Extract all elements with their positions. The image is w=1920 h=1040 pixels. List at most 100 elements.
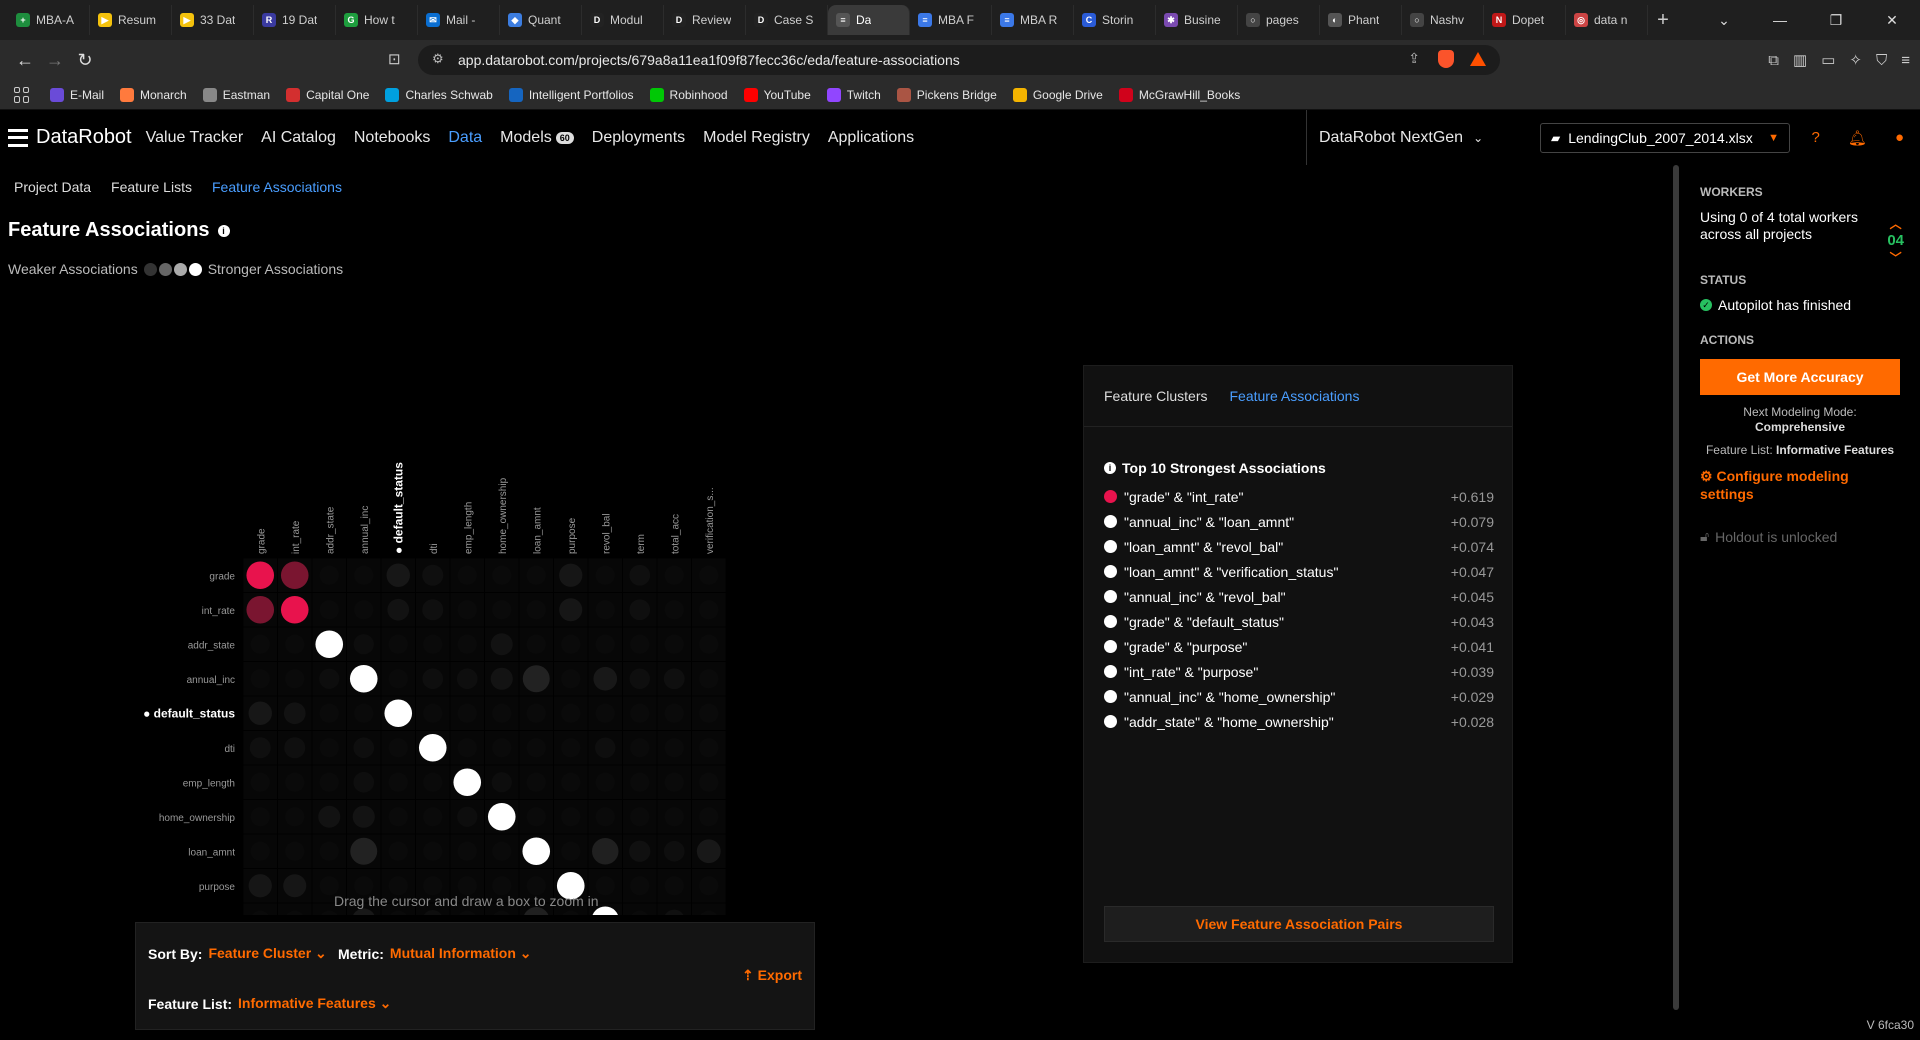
feature-list-dropdown[interactable]: Informative Features ⌄ (238, 995, 391, 1012)
bookmark-item[interactable]: Intelligent Portfolios (508, 87, 634, 102)
association-bubble[interactable] (492, 841, 512, 861)
association-bubble[interactable] (561, 738, 581, 758)
browser-tab[interactable]: ○ Nashv (1402, 5, 1484, 35)
association-bubble[interactable] (249, 737, 271, 759)
association-bubble[interactable] (388, 772, 408, 792)
association-bubble[interactable] (453, 768, 482, 797)
association-bubble[interactable] (526, 634, 546, 654)
datarobot-logo[interactable]: DataRobot (0, 126, 132, 149)
association-bubble[interactable] (492, 565, 512, 585)
bookmark-icon[interactable]: ⊡ (388, 50, 401, 68)
browser-tab[interactable]: R 19 Dat (254, 5, 336, 35)
nav-item[interactable]: Data (448, 129, 482, 147)
menu-icon[interactable]: ≡ (1901, 52, 1910, 69)
subnav-item[interactable]: Feature Associations (212, 179, 342, 195)
sidebar-icon[interactable]: ▥ (1793, 51, 1807, 69)
association-matrix[interactable]: grade grade int_rate int_rate addr_state addr… (0, 275, 740, 915)
chevron-up-icon[interactable]: ︿ (1887, 215, 1904, 232)
forward-icon[interactable]: → (40, 50, 70, 71)
browser-tab[interactable]: N Dopet (1484, 5, 1566, 35)
association-bubble[interactable] (457, 634, 477, 654)
association-bubble[interactable] (699, 738, 719, 758)
association-bubble[interactable] (630, 876, 650, 896)
browser-tab[interactable]: G How t (336, 5, 418, 35)
association-bubble[interactable] (663, 840, 685, 862)
association-bubble[interactable] (629, 599, 651, 621)
association-bubble[interactable] (630, 634, 650, 654)
association-bubble[interactable] (490, 667, 513, 690)
reload-icon[interactable]: ↻ (70, 50, 100, 71)
leo-ai-icon[interactable]: ✧ (1849, 51, 1862, 69)
browser-tab[interactable]: ○ pages (1238, 5, 1320, 35)
info-icon[interactable]: i (217, 224, 230, 237)
association-bubble[interactable] (664, 565, 684, 585)
association-bubble[interactable] (388, 738, 408, 758)
association-bubble[interactable] (285, 669, 305, 689)
address-bar[interactable]: ⚙ app.datarobot.com/projects/679a8a11ea1… (418, 45, 1500, 75)
apps-grid-icon[interactable] (14, 86, 30, 103)
association-bubble[interactable] (285, 841, 305, 861)
browser-tab[interactable]: ✱ Busine (1156, 5, 1238, 35)
association-bubble[interactable] (561, 841, 581, 861)
association-bubble[interactable] (487, 802, 516, 831)
association-bubble[interactable] (422, 599, 444, 621)
association-bubble[interactable] (559, 563, 583, 587)
association-bubble[interactable] (423, 703, 443, 723)
association-bubble[interactable] (246, 561, 275, 590)
bookmark-item[interactable]: Monarch (120, 87, 187, 102)
association-bubble[interactable] (630, 807, 650, 827)
subnav-item[interactable]: Project Data (14, 179, 91, 195)
bookmark-item[interactable]: Eastman (202, 87, 270, 102)
association-bubble[interactable] (457, 565, 477, 585)
help-icon[interactable]: ? (1812, 129, 1820, 146)
metric-dropdown[interactable]: Mutual Information ⌄ (390, 945, 532, 962)
browser-tab[interactable]: + MBA-A (8, 5, 90, 35)
restore-icon[interactable]: ❐ (1808, 12, 1864, 29)
close-window-icon[interactable]: ✕ (1864, 12, 1920, 29)
content-scrollbar[interactable] (1672, 165, 1680, 1040)
browser-tab[interactable]: ▶ Resum (90, 5, 172, 35)
export-button[interactable]: ⇡ Export (742, 967, 802, 984)
site-info-icon[interactable]: ⚙ (432, 51, 444, 67)
association-bubble[interactable] (526, 738, 546, 758)
association-bubble[interactable] (561, 772, 581, 792)
association-row[interactable]: "annual_inc" & "home_ownership" +0.029 (1104, 684, 1494, 709)
brave-shield-icon[interactable] (1438, 50, 1454, 68)
association-bubble[interactable] (457, 703, 477, 723)
association-bubble[interactable] (522, 665, 550, 693)
info-icon[interactable]: i (1104, 462, 1116, 474)
association-row[interactable]: "loan_amnt" & "revol_bal" +0.074 (1104, 534, 1494, 559)
association-bubble[interactable] (319, 703, 339, 723)
scrollbar-thumb[interactable] (1673, 165, 1679, 1010)
association-bubble[interactable] (490, 633, 513, 656)
nav-item[interactable]: Deployments (592, 129, 685, 147)
association-bubble[interactable] (386, 563, 410, 587)
association-bubble[interactable] (491, 772, 512, 793)
association-bubble[interactable] (319, 738, 339, 758)
new-tab-button[interactable]: + (1648, 9, 1678, 32)
association-bubble[interactable] (699, 669, 719, 689)
association-bubble[interactable] (595, 634, 615, 654)
association-bubble[interactable] (349, 664, 378, 693)
workers-counter[interactable]: ︿ 04 ﹀ (1887, 215, 1904, 266)
association-bubble[interactable] (250, 634, 270, 654)
nav-item[interactable]: Model Registry (703, 129, 810, 147)
association-bubble[interactable] (318, 805, 341, 828)
association-bubble[interactable] (595, 703, 615, 723)
bookmark-item[interactable]: Charles Schwab (385, 87, 493, 102)
association-bubble[interactable] (457, 738, 477, 758)
association-row[interactable]: "int_rate" & "purpose" +0.039 (1104, 659, 1494, 684)
association-row[interactable]: "annual_inc" & "loan_amnt" +0.079 (1104, 509, 1494, 534)
association-bubble[interactable] (492, 600, 512, 620)
bookmark-item[interactable]: Robinhood (649, 87, 728, 102)
association-bubble[interactable] (350, 837, 378, 865)
association-bubble[interactable] (388, 669, 408, 689)
association-bubble[interactable] (353, 737, 375, 759)
association-bubble[interactable] (250, 807, 270, 827)
association-bubble[interactable] (561, 703, 581, 723)
nav-item[interactable]: Value Tracker (146, 129, 244, 147)
panel-tab[interactable]: Feature Clusters (1104, 388, 1207, 404)
configure-modeling-link[interactable]: ⚙ Configure modeling settings (1700, 467, 1900, 503)
association-bubble[interactable] (559, 598, 583, 622)
association-bubble[interactable] (456, 668, 478, 690)
